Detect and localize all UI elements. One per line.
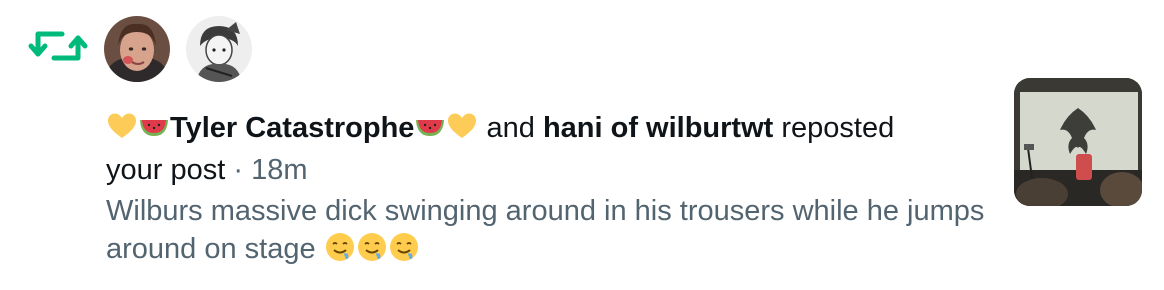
repost-icon <box>28 24 88 68</box>
drooling-face-icon <box>324 231 356 263</box>
avatar-hani-of-wilburtwt[interactable] <box>186 16 252 82</box>
timestamp[interactable]: 18m <box>251 154 307 186</box>
drooling-face-icon <box>388 231 420 263</box>
watermelon-icon <box>138 110 170 142</box>
notification-content: Tyler Catastrophe and hani of wilburtwt … <box>106 106 986 268</box>
separator: · <box>233 154 244 186</box>
avatar-tyler-catastrophe[interactable] <box>104 16 170 82</box>
drooling-face-icon <box>356 231 388 263</box>
notification-subline: your post · 18m <box>106 150 986 190</box>
connector-text: and <box>486 112 535 144</box>
yellow-heart-icon <box>106 110 138 142</box>
action-text: reposted <box>781 112 895 144</box>
watermelon-icon <box>414 110 446 142</box>
object-text: your post <box>106 154 226 186</box>
post-media-thumbnail[interactable] <box>1014 78 1142 206</box>
user-name-hani[interactable]: hani of wilburtwt <box>543 112 773 144</box>
notification-header: Tyler Catastrophe and hani of wilburtwt … <box>106 106 986 150</box>
user-name-tyler[interactable]: Tyler Catastrophe <box>170 112 414 144</box>
repost-notification[interactable]: Tyler Catastrophe and hani of wilburtwt … <box>0 0 1164 290</box>
yellow-heart-icon <box>446 110 478 142</box>
post-preview[interactable]: Wilburs massive dick swinging around in … <box>106 192 986 268</box>
post-text: Wilburs massive dick swinging around in … <box>106 195 985 265</box>
